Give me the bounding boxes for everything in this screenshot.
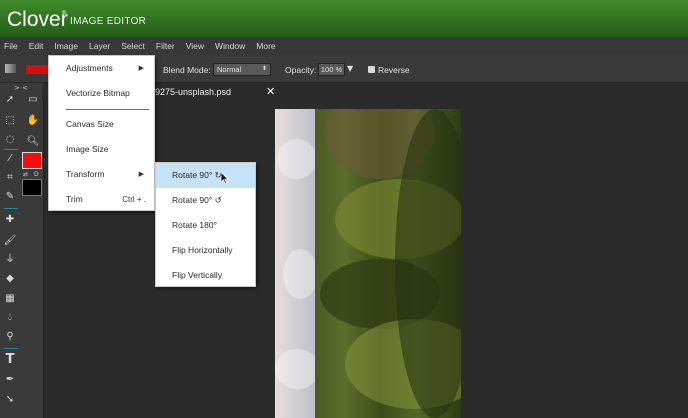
menu-item-trim[interactable]: Trim Ctrl + . (49, 187, 154, 212)
menu-item-image-size[interactable]: Image Size (49, 137, 154, 162)
eyedropper-tool-icon[interactable]: ✎ (3, 190, 17, 204)
menu-item-label: Trim (66, 194, 83, 204)
menu-item-rotate-180[interactable]: Rotate 180° (156, 213, 255, 238)
menu-select[interactable]: Select (121, 41, 145, 51)
eraser-tool-icon[interactable]: ◆ (3, 272, 17, 286)
chevron-right-icon: ▶ (138, 65, 144, 72)
menu-layer[interactable]: Layer (89, 41, 110, 51)
magic-wand-tool-icon[interactable]: ⁄ (3, 152, 17, 166)
menu-item-label: Adjustments (66, 63, 113, 73)
menu-item-rotate-90-cw[interactable]: Rotate 90° ↻ (156, 163, 255, 188)
menubar: File Edit Image Layer Select Filter View… (0, 37, 688, 55)
menu-item-label: Canvas Size (66, 119, 114, 129)
brush-tool-icon[interactable]: 🖌︎ (3, 234, 17, 248)
menu-item-vectorize-bitmap[interactable]: Vectorize Bitmap (49, 81, 154, 106)
rect-select-tool-icon[interactable]: ⬚ (3, 114, 17, 128)
image-cloud (275, 349, 320, 389)
mouse-cursor-icon (221, 172, 229, 185)
document-tab-title[interactable]: 09275-unsplash.psd (150, 84, 231, 100)
menu-view[interactable]: View (186, 41, 204, 51)
shape-tool-icon[interactable]: ➘ (3, 393, 17, 407)
crop-tool-icon[interactable]: ⌗ (3, 171, 17, 185)
menu-image[interactable]: Image (54, 41, 78, 51)
toolbar-collapse-icon[interactable]: > < (0, 83, 44, 93)
gradient-tool-icon[interactable] (5, 64, 16, 73)
menu-more[interactable]: More (256, 41, 275, 51)
menu-item-label: Transform (66, 169, 105, 179)
menu-file[interactable]: File (4, 41, 18, 51)
app-subtitle: IMAGE EDITOR (70, 16, 147, 27)
chevron-right-icon: ▶ (138, 171, 144, 178)
opacity-label: Opacity: (285, 65, 317, 75)
gradient-swatch[interactable] (26, 65, 48, 74)
menu-item-rotate-90-ccw[interactable]: Rotate 90° ↺ (156, 188, 255, 213)
close-icon[interactable]: ✕ (266, 84, 275, 100)
menu-edit[interactable]: Edit (29, 41, 44, 51)
menu-item-label: Image Size (66, 144, 109, 154)
text-tool-icon[interactable]: T (3, 353, 17, 367)
gradient-fill-tool-icon[interactable]: ▦ (3, 292, 17, 306)
menu-item-transform[interactable]: Transform ▶ (49, 162, 154, 187)
menu-item-shortcut: Ctrl + . (122, 195, 146, 204)
logo-trademark: ® (62, 11, 67, 17)
menu-item-canvas-size[interactable]: Canvas Size (49, 112, 154, 137)
document-canvas-image[interactable] (275, 109, 461, 418)
blend-mode-value: Normal (217, 65, 242, 74)
opacity-input[interactable]: 100 % (318, 63, 345, 76)
blur-tool-icon[interactable]: 💧︎ (3, 311, 17, 325)
stamp-tool-icon[interactable]: ⏚ (3, 253, 17, 267)
opacity-dropdown-icon[interactable]: ▼ (347, 64, 353, 73)
toolbar-divider (4, 348, 18, 349)
menu-filter[interactable]: Filter (156, 41, 175, 51)
reverse-checkbox[interactable] (368, 66, 375, 73)
background-color-swatch[interactable] (22, 179, 42, 196)
menu-item-label: Vectorize Bitmap (66, 88, 130, 98)
swap-colors-icon[interactable]: ⇄ (23, 171, 28, 178)
move-tool-icon[interactable]: ➚ (3, 93, 17, 107)
app-logo[interactable]: Clover (7, 8, 68, 32)
menu-divider (66, 109, 149, 110)
dodge-tool-icon[interactable]: ⚲ (3, 330, 17, 344)
reverse-label: Reverse (378, 65, 410, 75)
marquee-shape-icon[interactable]: ▭ (26, 93, 40, 107)
menu-item-flip-vertically[interactable]: Flip Vertically (156, 263, 255, 288)
default-colors-icon[interactable]: D (34, 171, 39, 178)
menu-item-adjustments[interactable]: Adjustments ▶ (49, 56, 154, 81)
foreground-color-swatch[interactable] (22, 152, 42, 169)
app-header: Clover ® IMAGE EDITOR (0, 0, 688, 37)
transform-submenu: Rotate 90° ↻ Rotate 90° ↺ Rotate 180° Fl… (155, 162, 256, 287)
menu-item-flip-horizontally[interactable]: Flip Horizontally (156, 238, 255, 263)
zoom-tool-icon[interactable]: 🔍︎ (26, 135, 40, 149)
image-cloud (277, 139, 317, 179)
lasso-tool-icon[interactable]: ◌ (3, 133, 17, 147)
toolbar-divider (4, 149, 18, 150)
heal-tool-icon[interactable]: ✚ (3, 213, 17, 227)
hand-tool-icon[interactable]: ✋ (26, 114, 40, 128)
menu-window[interactable]: Window (215, 41, 245, 51)
pen-tool-icon[interactable]: ✒ (3, 373, 17, 387)
blend-mode-select[interactable]: Normal ⬍ (213, 63, 271, 76)
select-arrows-icon: ⬍ (261, 66, 267, 72)
toolbar-divider (4, 208, 18, 209)
blend-mode-label: Blend Mode: (163, 65, 211, 75)
app-window: Clover ® IMAGE EDITOR File Edit Image La… (0, 0, 688, 418)
image-menu-dropdown: Adjustments ▶ Vectorize Bitmap Canvas Si… (48, 55, 155, 211)
image-cloud (283, 249, 318, 299)
